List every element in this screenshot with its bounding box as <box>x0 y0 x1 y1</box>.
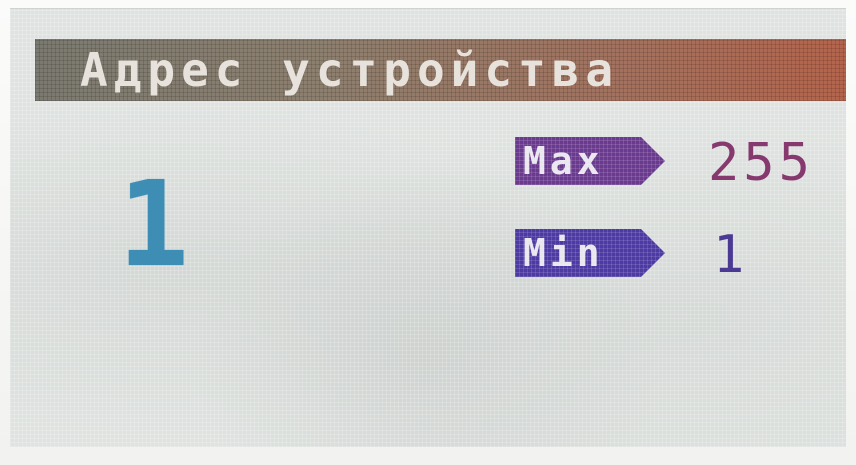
title-bar: Адрес устройства <box>35 39 846 101</box>
max-value: 255 <box>708 133 814 193</box>
screen-title: Адрес устройства <box>80 43 620 97</box>
device-address-value: 1 <box>118 155 190 293</box>
device-bezel: Адрес устройства 1 Max 255 Min 1 <box>0 0 856 465</box>
lcd-screen: Адрес устройства 1 Max 255 Min 1 <box>10 8 846 447</box>
max-label: Max <box>515 137 665 185</box>
min-value: 1 <box>713 225 749 285</box>
min-label: Min <box>515 229 665 277</box>
